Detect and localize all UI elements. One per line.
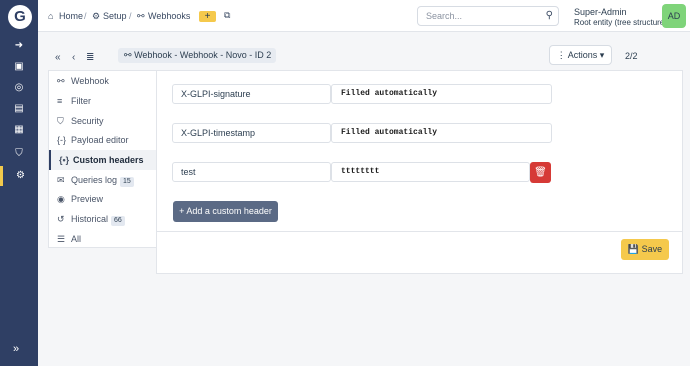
tab-list: ⚯ Webhook ≡ Filter ⛉ Security {-} Payload ed… — [48, 70, 157, 249]
setup-icon[interactable]: ⚙ — [92, 11, 100, 22]
history-icon: ↺ — [57, 214, 65, 224]
briefcase-icon[interactable]: ▦ — [0, 120, 38, 140]
add-webhook-button[interactable]: + — [199, 11, 216, 22]
webhook-icon: ⚯ — [57, 76, 65, 86]
external-link-icon[interactable]: ⧉ — [224, 10, 230, 21]
header-name-field[interactable]: test — [172, 162, 331, 182]
global-search: ⚲ — [417, 6, 559, 26]
breadcrumb-separator: / — [84, 11, 87, 21]
tab-filter[interactable]: ≡ Filter — [49, 91, 157, 111]
user-name[interactable]: Super-Admin — [574, 7, 627, 17]
tab-preview[interactable]: ◉ Preview — [49, 189, 157, 209]
box-icon[interactable]: ▣ — [0, 57, 38, 77]
main-sidebar: G ➜ ▣ ◎ ▤ ▦ ⛉ ⚙ » — [0, 0, 38, 366]
home-icon[interactable]: ⌂ — [48, 11, 53, 21]
shield-icon[interactable]: ⛉ — [0, 144, 38, 164]
tab-label: All — [71, 234, 82, 244]
header-value-field[interactable]: tttttttt — [331, 162, 530, 182]
avatar[interactable]: AD — [662, 4, 686, 28]
search-input[interactable] — [426, 11, 536, 21]
pager: 2/2 — [625, 51, 638, 61]
tab-webhook[interactable]: ⚯ Webhook — [49, 71, 157, 91]
webhooks-icon[interactable]: ⚯ — [137, 11, 145, 22]
envelope-icon: ✉ — [57, 175, 65, 185]
custom-headers-panel: X-GLPI-signature Filled automatically X-… — [156, 70, 683, 274]
tab-security[interactable]: ⛉ Security — [49, 111, 157, 131]
item-title: ⚯ Webhook - Webhook - Novo - ID 2 — [118, 48, 276, 63]
sign-in-icon[interactable]: ➜ — [0, 36, 38, 56]
code-icon: {-} — [57, 135, 67, 145]
tab-label: Custom headers — [73, 155, 144, 165]
tab-label: Security — [71, 116, 104, 126]
glpi-logo[interactable]: G — [8, 5, 32, 29]
header-name-field[interactable]: X-GLPI-signature — [172, 84, 331, 104]
tab-label: Preview — [71, 194, 104, 204]
tab-queries-log[interactable]: ✉ Queries log 15 — [49, 170, 157, 190]
file-icon[interactable]: ▤ — [0, 99, 38, 119]
list-icon: ☰ — [57, 234, 66, 244]
header-name-field[interactable]: X-GLPI-timestamp — [172, 123, 331, 143]
header-value-field[interactable]: Filled automatically — [331, 123, 552, 143]
header-value-field[interactable]: Filled automatically — [331, 84, 552, 104]
filter-icon: ≡ — [57, 96, 63, 106]
tab-custom-headers[interactable]: {•} Custom headers — [49, 150, 157, 170]
breadcrumb-home[interactable]: Home — [59, 11, 83, 21]
delete-header-button[interactable]: 🗑 — [530, 162, 551, 183]
tab-label: Historical — [71, 214, 109, 224]
user-entity[interactable]: Root entity (tree structure) — [574, 18, 667, 27]
breadcrumb-setup[interactable]: Setup — [103, 11, 127, 21]
divider — [157, 231, 682, 232]
save-button[interactable]: 💾 Save — [621, 239, 669, 260]
add-custom-header-button[interactable]: + Add a custom header — [173, 201, 278, 222]
count-badge: 15 — [120, 177, 134, 187]
top-bar: ⌂ Home / ⚙ Setup / ⚯ Webhooks + ⧉ ⚲ Supe… — [38, 0, 690, 32]
shield-icon: ⛉ — [57, 116, 64, 126]
breadcrumb-separator: / — [129, 11, 132, 21]
trash-icon: 🗑 — [534, 167, 547, 178]
previous-item-icon[interactable]: ‹ — [72, 52, 75, 63]
tab-label: Queries log — [71, 175, 118, 185]
tab-label: Filter — [71, 96, 91, 106]
braces-icon: {•} — [59, 155, 70, 165]
item-title-text: Webhook - Webhook - Novo - ID 2 — [134, 50, 272, 60]
first-item-icon[interactable]: « — [55, 52, 61, 63]
collapse-sidebar-icon[interactable]: » — [13, 343, 19, 355]
gear-icon[interactable]: ⚙ — [0, 166, 38, 186]
headset-icon[interactable]: ◎ — [0, 78, 38, 98]
tab-label: Webhook — [71, 76, 109, 86]
list-view-icon[interactable]: ≣ — [86, 52, 94, 63]
tab-payload-editor[interactable]: {-} Payload editor — [49, 130, 157, 150]
actions-button[interactable]: ⋮ Actions ▾ — [549, 45, 612, 65]
tab-label: Payload editor — [71, 135, 129, 145]
tab-all[interactable]: ☰ All — [49, 229, 157, 249]
count-badge: 66 — [111, 216, 125, 226]
tab-historical[interactable]: ↺ Historical 66 — [49, 209, 157, 229]
search-icon[interactable]: ⚲ — [546, 10, 553, 21]
breadcrumb-webhooks[interactable]: Webhooks — [148, 11, 190, 21]
webhook-title-icon: ⚯ — [124, 50, 132, 60]
eye-icon: ◉ — [57, 194, 65, 204]
